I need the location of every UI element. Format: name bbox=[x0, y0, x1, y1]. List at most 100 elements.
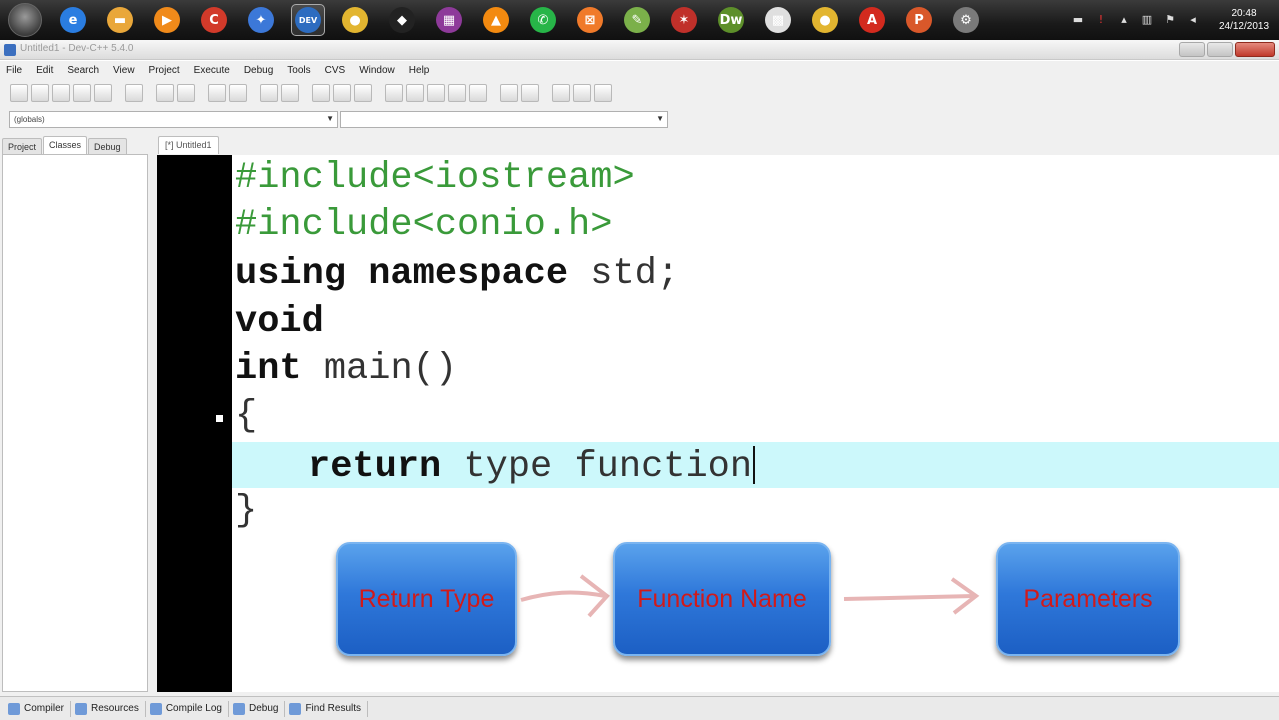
xampp-icon[interactable]: ⊠ bbox=[573, 4, 607, 36]
goto-icon[interactable] bbox=[354, 84, 372, 102]
chrome-icon[interactable]: ● bbox=[338, 4, 372, 36]
minimize-button[interactable] bbox=[1179, 42, 1205, 57]
back-icon[interactable] bbox=[312, 84, 330, 102]
tab-resources[interactable]: Resources bbox=[71, 700, 146, 717]
debug-check-icon bbox=[232, 702, 245, 715]
menu-project[interactable]: Project bbox=[147, 65, 182, 76]
menu-edit[interactable]: Edit bbox=[34, 65, 55, 76]
menu-execute[interactable]: Execute bbox=[192, 65, 232, 76]
tab-debug[interactable]: Debug bbox=[88, 138, 127, 154]
tab-label: Compile Log bbox=[165, 703, 222, 714]
app-icon bbox=[4, 44, 16, 56]
start-button[interactable] bbox=[8, 3, 42, 37]
flag-icon[interactable]: ⚑ bbox=[1163, 13, 1177, 27]
powerpoint-icon[interactable]: P bbox=[902, 4, 936, 36]
acrobat-icon[interactable]: A bbox=[855, 4, 889, 36]
tab-project[interactable]: Project bbox=[2, 138, 43, 154]
tab-compiler[interactable]: Compiler bbox=[4, 700, 72, 717]
code-line-5: int main() bbox=[235, 351, 457, 388]
folder-icon[interactable]: ▬ bbox=[103, 4, 137, 36]
tab-compile-log[interactable]: Compile Log bbox=[146, 700, 229, 717]
profile-icon[interactable] bbox=[552, 84, 570, 102]
find-icon[interactable] bbox=[208, 84, 226, 102]
close-button[interactable] bbox=[1235, 42, 1275, 57]
app-icon[interactable]: ✦ bbox=[244, 4, 278, 36]
tab-debug-output[interactable]: Debug bbox=[229, 700, 286, 717]
code-line-6: { bbox=[235, 395, 258, 437]
close-file-icon[interactable] bbox=[94, 84, 112, 102]
toolbar bbox=[0, 79, 1279, 107]
app-star-icon[interactable]: ✶ bbox=[667, 4, 701, 36]
class-browser[interactable] bbox=[2, 154, 148, 692]
text-caret bbox=[753, 446, 756, 484]
diagram-box-function-name: Function Name bbox=[613, 542, 831, 656]
menu-tools[interactable]: Tools bbox=[285, 65, 312, 76]
menu-debug[interactable]: Debug bbox=[242, 65, 275, 76]
tab-untitled1[interactable]: [*] Untitled1 bbox=[158, 136, 219, 154]
dev-cpp-icon[interactable]: DEV bbox=[291, 4, 325, 36]
indent-icon[interactable] bbox=[260, 84, 278, 102]
compile-run-icon[interactable] bbox=[427, 84, 445, 102]
menu-view[interactable]: View bbox=[111, 65, 137, 76]
check-icon[interactable] bbox=[469, 84, 487, 102]
remove-icon[interactable] bbox=[594, 84, 612, 102]
editor-gutter[interactable] bbox=[157, 155, 232, 692]
fold-marker-icon[interactable] bbox=[216, 415, 223, 422]
menu-search[interactable]: Search bbox=[65, 65, 101, 76]
code-text: std; bbox=[568, 253, 680, 295]
new-file-icon[interactable] bbox=[10, 84, 28, 102]
menu-window[interactable]: Window bbox=[357, 65, 397, 76]
tools-icon[interactable]: ⚙ bbox=[949, 4, 983, 36]
code-keyword: using namespace bbox=[235, 253, 569, 295]
tab-label: Find Results bbox=[305, 703, 362, 714]
menu-file[interactable]: File bbox=[4, 65, 24, 76]
run-icon[interactable] bbox=[406, 84, 424, 102]
replace-icon[interactable] bbox=[229, 84, 247, 102]
project-options-icon[interactable] bbox=[500, 84, 518, 102]
save-icon[interactable] bbox=[52, 84, 70, 102]
print-icon[interactable] bbox=[125, 84, 143, 102]
vlc-icon[interactable]: ▲ bbox=[479, 4, 513, 36]
dreamweaver-icon[interactable]: Dw bbox=[714, 4, 748, 36]
redo-icon[interactable] bbox=[177, 84, 195, 102]
volume-icon[interactable]: ◂ bbox=[1186, 13, 1200, 27]
arrow-icon bbox=[843, 577, 980, 615]
grid-app-icon[interactable]: ▩ bbox=[761, 4, 795, 36]
unindent-icon[interactable] bbox=[281, 84, 299, 102]
compile-icon[interactable] bbox=[385, 84, 403, 102]
maximize-button[interactable] bbox=[1207, 42, 1233, 57]
speaker-icon[interactable]: ▬ bbox=[1071, 13, 1085, 27]
ccleaner-icon[interactable]: C bbox=[197, 4, 231, 36]
diagram-label: Parameters bbox=[1023, 584, 1153, 613]
inkscape-icon[interactable]: ◆ bbox=[385, 4, 419, 36]
winrar-icon[interactable]: ▦ bbox=[432, 4, 466, 36]
signal-icon[interactable]: ▥ bbox=[1140, 13, 1154, 27]
rebuild-icon[interactable] bbox=[448, 84, 466, 102]
tab-find-results[interactable]: Find Results bbox=[285, 700, 369, 717]
taskbar-apps: e ▬ ▶ C ✦ DEV ● ◆ ▦ ▲ ✆ ⊠ ✎ ✶ Dw ▩ ● A P ⚙ bbox=[56, 4, 996, 36]
warning-icon[interactable]: ! bbox=[1094, 13, 1108, 27]
chevron-down-icon: ▼ bbox=[326, 114, 334, 123]
internet-explorer-icon[interactable]: e bbox=[56, 4, 90, 36]
menu-help[interactable]: Help bbox=[407, 65, 432, 76]
member-select[interactable]: ▼ bbox=[340, 111, 668, 128]
open-file-icon[interactable] bbox=[31, 84, 49, 102]
network-icon[interactable]: ▴ bbox=[1117, 13, 1131, 27]
code-keyword: void bbox=[235, 301, 324, 343]
media-player-icon[interactable]: ▶ bbox=[150, 4, 184, 36]
debug-icon[interactable] bbox=[521, 84, 539, 102]
tab-classes[interactable]: Classes bbox=[43, 136, 88, 154]
save-all-icon[interactable] bbox=[73, 84, 91, 102]
forward-icon[interactable] bbox=[333, 84, 351, 102]
add-icon[interactable] bbox=[573, 84, 591, 102]
undo-icon[interactable] bbox=[156, 84, 174, 102]
notepad-icon[interactable]: ✎ bbox=[620, 4, 654, 36]
menu-bar: File Edit Search View Project Execute De… bbox=[0, 61, 1279, 79]
compiler-icon bbox=[8, 702, 20, 715]
clock-time: 20:48 bbox=[1231, 8, 1257, 19]
chrome-icon[interactable]: ● bbox=[808, 4, 842, 36]
menu-cvs[interactable]: CVS bbox=[323, 65, 348, 76]
whatsapp-icon[interactable]: ✆ bbox=[526, 4, 560, 36]
clock[interactable]: 20:48 24/12/2013 bbox=[1209, 7, 1279, 33]
scope-select[interactable]: (globals) ▼ bbox=[9, 111, 338, 128]
